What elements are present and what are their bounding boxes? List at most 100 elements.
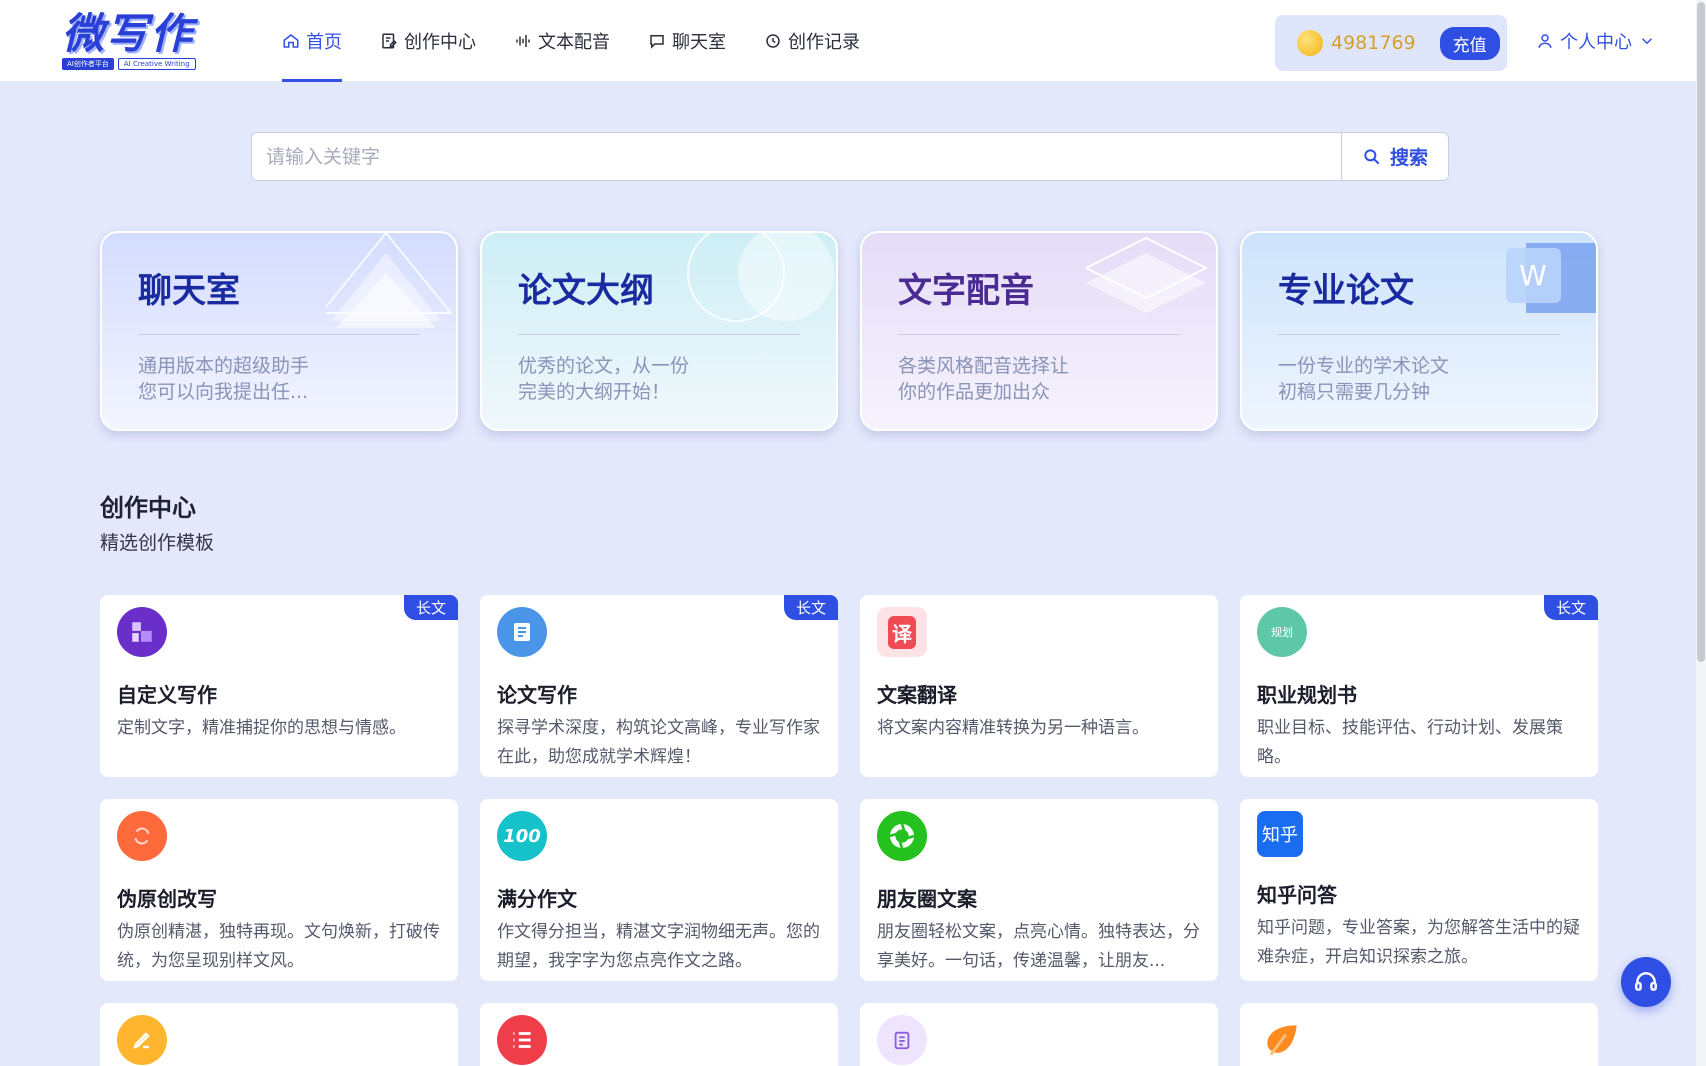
logo-tagline-en: AI Creative Writing [117,58,196,70]
template-card[interactable]: 长文 自定义写作 定制文字，精准捕捉你的思想与情感。 [100,595,458,777]
chat-bubble-icon [650,35,664,49]
feature-desc-line: 各类风格配音选择让 [898,355,1070,377]
main-nav: 首页 创作中心 文本配音 聊天室 创作记录 [282,0,898,82]
translate-icon: 译 [877,607,927,657]
hundred-icon: 100 [497,811,547,861]
template-card[interactable]: 100 满分作文 作文得分担当，精湛文字润物细无声。您的期望，我字字为您点亮作文… [480,799,838,981]
audio-wave-icon [516,35,530,47]
template-grid: 长文 自定义写作 定制文字，精准捕捉你的思想与情感。 长文 论文写作 探寻学术深… [100,595,1602,1066]
template-title: 自定义写作 [117,683,217,707]
recharge-button[interactable]: 充值 [1439,26,1500,60]
nav-creation-center[interactable]: 创作中心 [380,0,476,82]
template-desc: 探寻学术深度，构筑论文高峰，专业写作家在此，助您成就学术辉煌！ [497,718,820,767]
zhihu-icon: 知乎 [1257,811,1303,857]
template-desc: 知乎问题，专业答案，为您解答生活中的疑难杂症，开启知识探索之旅。 [1257,918,1580,967]
long-text-badge: 长文 [783,595,838,620]
long-text-badge: 长文 [1543,595,1598,620]
coin-value: 4981769 [1331,32,1416,54]
template-card[interactable]: 长文 论文写作 探寻学术深度，构筑论文高峰，专业写作家在此，助您成就学术辉煌！ [480,595,838,777]
leaf-icon [1257,1015,1307,1065]
template-card[interactable]: 长文 规划 职业规划书 职业目标、技能评估、行动计划、发展策略。 [1240,595,1598,777]
template-desc: 伪原创精湛，独特再现。文句焕新，打破传统，为您呈现别样文风。 [117,922,440,971]
template-card[interactable] [860,1003,1218,1066]
feature-title: 聊天室 [138,271,240,311]
section-title: 创作中心 [100,494,196,522]
feature-title: 论文大纲 [518,271,654,311]
feature-desc-line: 你的作品更加出众 [898,381,1051,403]
template-desc: 将文案内容精准转换为另一种语言。 [877,718,1149,738]
search-button-label: 搜索 [1389,147,1428,169]
plan-glyph: 规划 [1271,626,1293,639]
feature-desc-line: 优秀的论文，从一份 [518,355,690,377]
feature-desc-line: 完美的大纲开始！ [518,381,671,403]
search-button[interactable]: 搜索 [1341,132,1449,181]
template-desc: 职业目标、技能评估、行动计划、发展策略。 [1257,718,1563,767]
edit-doc-icon [382,33,397,49]
feature-desc-line: 一份专业的学术论文 [1278,355,1450,377]
feature-cards: 聊天室 通用版本的超级助手 您可以向我提出任... 论文大纲 优秀的论文，从一份… [100,231,1598,431]
scrollbar-thumb[interactable] [1697,2,1705,662]
template-desc: 作文得分担当，精湛文字润物细无声。您的期望，我字字为您点亮作文之路。 [497,922,820,971]
template-title: 朋友圈文案 [877,887,977,911]
scrollbar[interactable] [1696,0,1706,1066]
template-title: 职业规划书 [1257,683,1357,707]
search-bar: 搜索 [251,132,1449,181]
template-title: 满分作文 [497,887,577,911]
customer-service-button[interactable] [1621,957,1671,1007]
pen-icon [117,1015,167,1065]
nav-history[interactable]: 创作记录 [764,0,860,82]
feature-card-chatroom[interactable]: 聊天室 通用版本的超级助手 您可以向我提出任... [100,231,458,431]
nav-history-label: 创作记录 [788,32,860,53]
user-center-label: 个人中心 [1560,32,1632,53]
feature-desc-line: 初稿只需要几分钟 [1278,381,1431,403]
paper-icon [497,607,547,657]
feature-desc-line: 通用版本的超级助手 [138,355,310,377]
template-card[interactable]: 朋友圈文案 朋友圈轻松文案，点亮心情。独特表达，分享美好。一句话，传递温馨，让朋… [860,799,1218,981]
history-icon [766,34,780,48]
user-center-menu[interactable]: 个人中心 [1536,28,1656,54]
rewrite-icon [117,811,167,861]
template-title: 伪原创改写 [117,887,217,911]
feature-title: 专业论文 [1278,271,1414,311]
chevron-down-icon [1641,38,1653,45]
headset-icon [1635,972,1657,991]
home-icon [283,34,299,48]
clipboard-icon [877,1015,927,1065]
zhihu-glyph: 知乎 [1262,825,1298,846]
nav-home-label: 首页 [306,32,342,53]
search-input[interactable] [251,132,1341,181]
plan-icon: 规划 [1257,607,1307,657]
logo[interactable]: 微写作 AI创作者平台 AI Creative Writing [62,12,226,78]
feature-card-outline[interactable]: 论文大纲 优秀的论文，从一份 完美的大纲开始！ [480,231,838,431]
hundred-glyph: 100 [503,825,541,847]
search-icon [1364,148,1380,164]
template-card[interactable]: 译 文案翻译 将文案内容精准转换为另一种语言。 [860,595,1218,777]
template-desc: 定制文字，精准捕捉你的思想与情感。 [117,718,406,738]
long-text-badge: 长文 [403,595,458,620]
feature-title: 文字配音 [898,271,1034,311]
list-icon [497,1015,547,1065]
feature-desc-line: 您可以向我提出任... [138,381,309,403]
template-card[interactable]: 知乎 知乎问答 知乎问题，专业答案，为您解答生活中的疑难杂症，开启知识探索之旅。 [1240,799,1598,981]
nav-creation-center-label: 创作中心 [404,32,476,53]
puzzle-icon [117,607,167,657]
template-card[interactable] [1240,1003,1598,1066]
template-title: 知乎问答 [1257,883,1337,907]
logo-tagline: AI创作者平台 [62,58,114,70]
user-icon [1538,34,1552,48]
template-title: 论文写作 [497,683,577,707]
moments-icon [877,811,927,861]
nav-text-voice[interactable]: 文本配音 [514,0,610,82]
feature-card-voice[interactable]: 文字配音 各类风格配音选择让 你的作品更加出众 [860,231,1218,431]
coin-icon [1297,30,1323,56]
template-card[interactable]: 伪原创改写 伪原创精湛，独特再现。文句焕新，打破传统，为您呈现别样文风。 [100,799,458,981]
nav-chatroom-label: 聊天室 [672,32,726,53]
template-title: 文案翻译 [877,683,957,707]
section-subtitle: 精选创作模板 [100,532,215,554]
feature-card-paper[interactable]: W 专业论文 一份专业的学术论文 初稿只需要几分钟 [1240,231,1598,431]
template-desc: 朋友圈轻松文案，点亮心情。独特表达，分享美好。一句话，传递温馨，让朋友... [877,922,1200,971]
template-card[interactable] [480,1003,838,1066]
nav-chatroom[interactable]: 聊天室 [648,0,726,82]
nav-home[interactable]: 首页 [282,0,342,82]
template-card[interactable] [100,1003,458,1066]
